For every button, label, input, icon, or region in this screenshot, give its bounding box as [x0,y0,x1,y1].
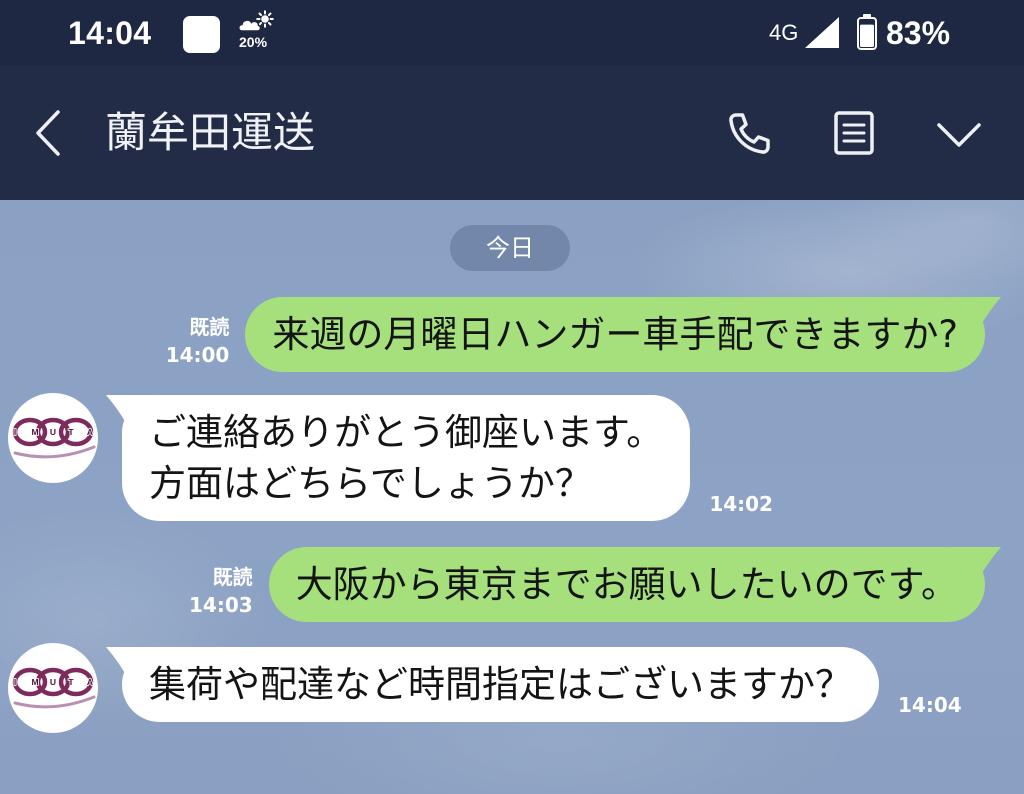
call-button[interactable] [724,110,774,158]
message-meta: 既読 14:00 [166,313,230,369]
battery-icon [857,14,877,50]
message-bubble[interactable]: 大阪から東京までお願いしたいのです。 [268,547,1001,622]
signal-shape [805,17,839,48]
battery-percent: 83% [886,15,951,51]
notes-icon [834,111,874,155]
phone-shape [729,113,770,154]
network-type: 4G [769,20,799,45]
message-content: 集荷や配達など時間指定はございますか？ 14:04 [106,647,962,722]
date-label: 今日 [486,234,534,262]
message-text: 大阪から東京までお願いしたいのです。 [295,563,958,606]
chevron-down-shape [937,123,981,147]
message-bubble[interactable]: ご連絡ありがとう御座います。 方面はどちらでしょうか？ [106,395,691,521]
logo-letter: T [68,427,74,437]
bubble-tail [951,547,1001,575]
avatar[interactable]: I M U T A [8,393,98,483]
logo-letter: I [14,427,16,437]
message-text: 集荷や配達など時間指定はございますか？ [149,663,852,706]
message-time: 14:00 [165,343,230,367]
logo-letter: T [68,677,74,687]
chevron-down-icon [937,123,981,147]
message-row-received: I M U T A 集荷や配達など時間指定はございますか？ 14:04 [8,643,962,733]
message-content: ご連絡ありがとう御座います。 方面はどちらでしょうか？ 14:02 [106,395,773,521]
message-bubble[interactable]: 集荷や配達など時間指定はございますか？ [106,647,879,722]
chat-header: 蘭牟田運送 [0,66,1024,200]
logo-letter: M [31,427,38,437]
battery-fill [860,24,874,47]
chat-area[interactable]: 今日 既読 14:00 来週の月曜日ハンガー車手配できますか? I M U T … [0,200,1024,794]
message-meta: 既読 14:03 [189,563,253,619]
back-button[interactable] [30,108,66,158]
message-time: 14:03 [189,593,253,617]
message-row-sent: 既読 14:03 大阪から東京までお願いしたいのです。 [189,547,1001,622]
menu-button[interactable] [935,120,983,150]
weather-cloud-sun-icon [238,10,274,32]
logo-letter: A [87,677,93,687]
sun-shape [261,15,269,23]
message-text: 来週の月曜日ハンガー車手配できますか? [272,313,958,356]
weather-percent: 20% [239,34,268,50]
status-time: 14:04 [68,15,152,51]
message-bubble[interactable]: 来週の月曜日ハンガー車手配できますか? [245,297,1001,372]
message-time: 14:04 [898,693,962,717]
logo-letter: U [50,677,56,687]
avatar-background [8,643,98,733]
message-row-received: I M U T A ご連絡ありがとう御座います。 方面はどちらでしょうか？ 14… [8,393,773,521]
phone-icon [729,113,770,154]
read-receipt: 既読 [212,565,253,589]
bubble-tail-shape [951,297,1001,325]
logo-letter: I [14,677,16,687]
avatar-background [8,393,98,483]
message-text: ご連絡ありがとう御座います。 [149,411,664,454]
status-bar: 14:04 20% 4G 83% [0,0,1024,66]
signal-icon [805,17,839,48]
date-separator: 今日 [450,225,570,271]
notification-app-icon [183,16,220,53]
bubble-tail-shape [951,547,1001,575]
message-text: 方面はどちらでしょうか？ [149,462,592,505]
cloud-shape [238,19,262,32]
avatar[interactable]: I M U T A [8,643,98,733]
logo-letter: M [31,677,38,687]
chevron-left-shape [36,110,60,156]
logo-letter: U [50,427,56,437]
logo-letter: A [87,427,93,437]
message-row-sent: 既読 14:00 来週の月曜日ハンガー車手配できますか? [166,297,1001,372]
read-receipt: 既読 [189,315,230,339]
chat-title: 蘭牟田運送 [105,108,316,157]
message-time: 14:02 [709,492,773,516]
bubble-tail [951,297,1001,325]
notes-button[interactable] [832,110,876,156]
chevron-left-icon [36,110,60,156]
